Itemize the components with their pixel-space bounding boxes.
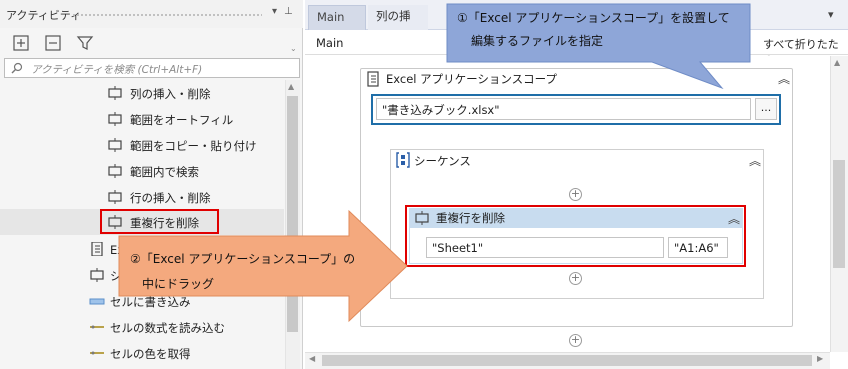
tree-item-insert-delete-column[interactable]: 列の挿入・削除 — [0, 80, 284, 106]
tree-item-get-cell-color[interactable]: セルの色を取得 — [0, 340, 284, 366]
add-activity-plus-icon[interactable]: + — [569, 272, 582, 285]
collapse-all-icon[interactable] — [44, 34, 62, 52]
write-cell-icon — [89, 298, 105, 305]
search-icon — [11, 62, 23, 74]
filter-icon[interactable] — [76, 34, 94, 52]
scroll-left-icon[interactable]: ◀ — [309, 354, 315, 363]
orange-callout-line1: ②「Excel アプリケーションスコープ」の — [130, 252, 356, 266]
panel-dropdown-icon[interactable]: ▾ — [272, 6, 277, 17]
highlight-remove-duplicates-activity — [405, 205, 746, 267]
highlight-remove-duplicates-item — [100, 209, 219, 234]
formula-icon — [90, 351, 104, 355]
add-activity-plus-icon[interactable]: + — [569, 188, 582, 201]
tree-item-read-cell-formula[interactable]: セルの数式を読み込む — [0, 314, 284, 340]
tab-main[interactable]: Main ✕ — [308, 5, 366, 47]
activity-icon — [108, 164, 122, 178]
tab-main-label: Main — [317, 10, 345, 24]
tab-insert-column[interactable]: 列の挿入 — [368, 5, 428, 46]
tree-item-autofill-range[interactable]: 範囲をオートフィル — [0, 106, 284, 132]
tab-list-dropdown-icon[interactable]: ▾ — [828, 8, 834, 21]
tree-item-insert-delete-row[interactable]: 行の挿入・削除 — [0, 184, 284, 210]
panel-drag-grip[interactable] — [72, 13, 262, 18]
blue-callout-line2: 編集するファイルを指定 — [471, 34, 604, 48]
orange-callout-line2: 中にドラッグ — [142, 277, 215, 291]
expand-all-icon[interactable] — [12, 34, 30, 52]
excel-scope-icon — [367, 71, 379, 87]
breadcrumb[interactable]: Main — [316, 36, 343, 50]
canvas-vertical-thumb[interactable] — [833, 160, 845, 268]
collapse-sequence-icon[interactable]: ︽ — [749, 152, 761, 169]
sequence-title: シーケンス — [414, 154, 471, 168]
toolbar-overflow-icon[interactable]: ⌄ — [290, 44, 297, 53]
blue-callout-text: ①「Excel アプリケーションスコープ」を設置して 編集するファイルを指定 — [457, 7, 730, 53]
activity-icon — [108, 190, 122, 204]
highlight-workbook-path — [371, 94, 781, 125]
activity-icon — [108, 112, 122, 126]
blue-callout-line1: ①「Excel アプリケーションスコープ」を設置して — [457, 11, 730, 25]
scroll-right-icon[interactable]: ▶ — [817, 354, 823, 363]
scope-title: Excel アプリケーションスコープ — [386, 72, 557, 86]
scroll-up-icon[interactable]: ▲ — [288, 82, 294, 91]
pin-icon[interactable]: ⊥ — [284, 6, 293, 17]
add-activity-plus-icon[interactable]: + — [569, 334, 582, 347]
canvas-horizontal-thumb[interactable] — [322, 355, 812, 366]
search-placeholder: アクティビティを検索 (Ctrl+Alt+F) — [31, 64, 203, 76]
panel-title: アクティビティ — [6, 9, 82, 22]
excel-scope-icon — [91, 242, 103, 256]
formula-icon — [90, 325, 104, 329]
scroll-up-icon[interactable]: ▲ — [834, 58, 840, 67]
activity-icon — [108, 138, 122, 152]
activity-search-input[interactable]: アクティビティを検索 (Ctrl+Alt+F) — [4, 58, 300, 78]
activity-icon — [90, 268, 104, 282]
activity-icon — [108, 86, 122, 100]
sequence-icon — [396, 152, 410, 168]
tree-item-copy-paste-range[interactable]: 範囲をコピー・貼り付け — [0, 132, 284, 158]
collapse-scope-icon[interactable]: ︽ — [778, 70, 790, 87]
tree-item-find-in-range[interactable]: 範囲内で検索 — [0, 158, 284, 184]
orange-callout-text: ②「Excel アプリケーションスコープ」の 中にドラッグ — [130, 247, 355, 297]
